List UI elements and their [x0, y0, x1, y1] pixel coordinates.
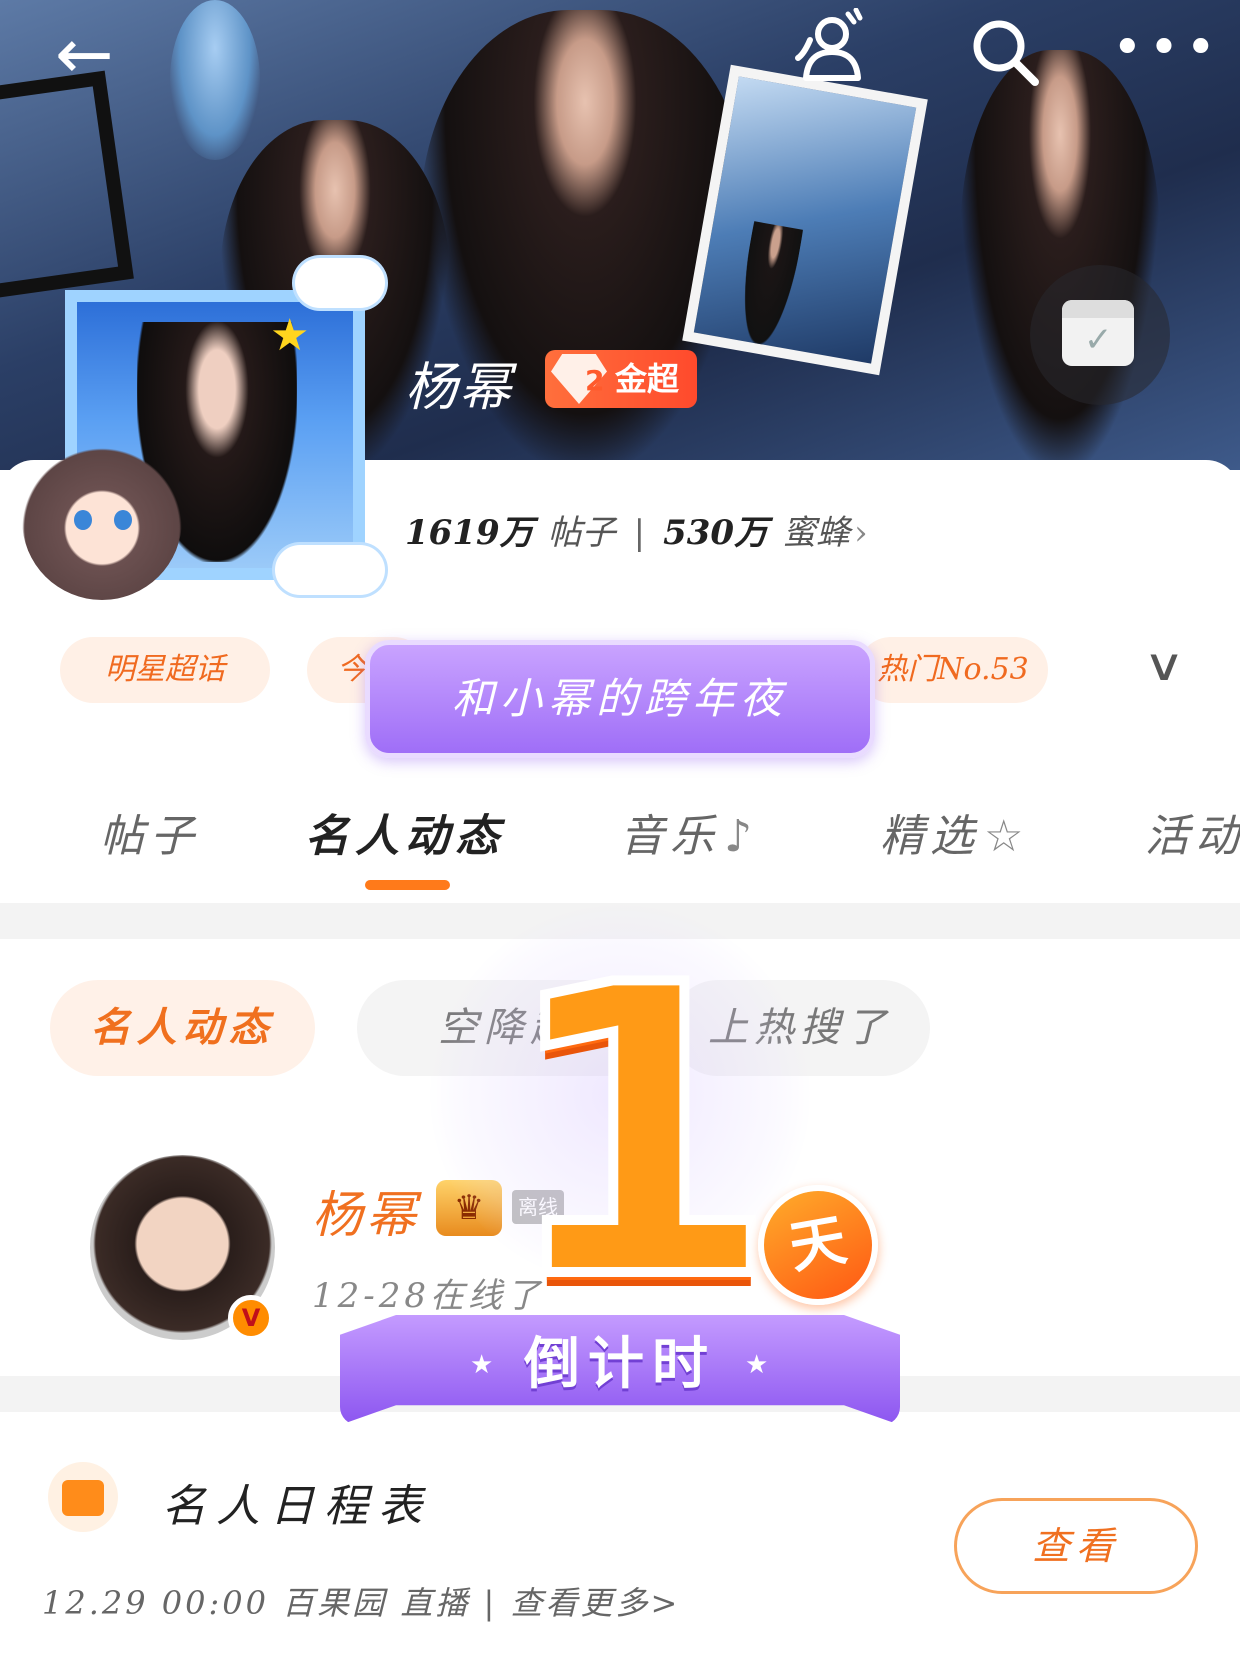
tab-posts[interactable]: 帖子: [100, 800, 200, 864]
tab-music[interactable]: 音乐♪: [620, 800, 758, 864]
fans-count: 530万: [663, 513, 769, 553]
view-button[interactable]: 查看: [954, 1498, 1198, 1594]
calendar-check-icon: [1062, 300, 1134, 366]
schedule-title: 名人日程表: [162, 1481, 432, 1532]
filter-celebrity-updates[interactable]: 名人动态: [50, 980, 315, 1076]
countdown-number: 1: [495, 902, 783, 1367]
event-banner[interactable]: 和小幂的跨年夜: [365, 640, 875, 758]
badge-level: 2: [585, 364, 605, 397]
search-icon[interactable]: [965, 12, 1045, 92]
chevron-down-icon[interactable]: ∨: [1143, 640, 1185, 691]
banner-photo-right: [960, 50, 1160, 470]
star-icon: ★: [745, 1350, 769, 1380]
back-icon[interactable]: ←: [55, 14, 114, 94]
fans-label: 蜜蜂: [782, 513, 851, 553]
schedule-subtitle[interactable]: 12.29 00:00 百果园 直播 | 查看更多>: [42, 1578, 680, 1624]
tab-label: 音乐: [620, 811, 720, 862]
more-icon[interactable]: •••: [1112, 18, 1222, 78]
stats-separator: |: [633, 513, 646, 553]
cotton-candy-decoration: [170, 0, 260, 160]
tab-activities[interactable]: 活动: [1145, 800, 1240, 864]
stats-row[interactable]: 1619万 帖子 | 530万 蜜蜂 ›: [405, 505, 868, 554]
tab-label: 精选: [880, 811, 980, 862]
chevron-right-icon: ›: [854, 513, 868, 553]
music-note-icon: ♪: [724, 811, 759, 862]
posts-count: 1619万: [405, 513, 534, 553]
verified-icon: V: [228, 1295, 274, 1341]
tag-chip-hot-rank[interactable]: 热门No.53: [858, 637, 1048, 703]
page-title: 杨幂: [405, 358, 514, 418]
active-tab-indicator: [365, 880, 450, 890]
cloud-icon: [275, 545, 385, 595]
star-icon: ★: [270, 310, 310, 361]
tab-label: 帖子: [100, 811, 200, 862]
tab-celebrity-updates[interactable]: 名人动态: [305, 800, 505, 864]
badge-label: 金超: [615, 360, 680, 398]
tab-featured[interactable]: 精选☆: [880, 800, 1029, 864]
tab-label: 活动: [1145, 811, 1240, 862]
posts-label: 帖子: [547, 513, 616, 553]
photo-frame-decoration: [0, 70, 134, 300]
cloud-icon: [295, 258, 385, 308]
gold-super-badge[interactable]: 2 金超: [545, 350, 698, 408]
tag-chip-star-topic[interactable]: 明星超话: [60, 637, 270, 703]
calendar-icon: [48, 1462, 118, 1532]
users-icon[interactable]: [790, 8, 870, 88]
countdown-label: 倒计时: [524, 1332, 716, 1397]
chibi-avatar-icon: [22, 440, 182, 600]
countdown-overlay[interactable]: 1 天 ★ 倒计时 ★: [340, 905, 900, 1445]
tab-label: 名人动态: [305, 811, 505, 862]
sparkle-star-icon: ☆: [984, 811, 1030, 862]
